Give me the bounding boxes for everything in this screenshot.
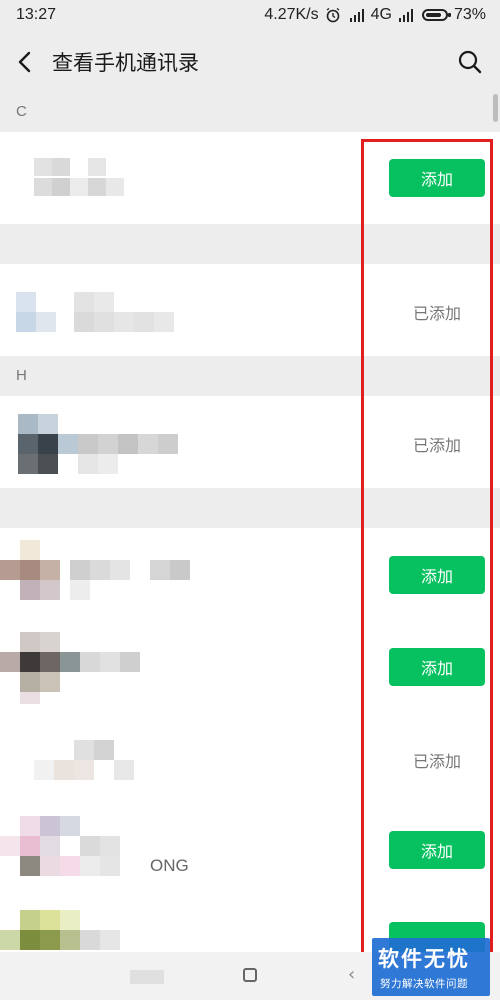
contact-name-fragment: ONG <box>150 856 189 875</box>
status-time: 13:27 <box>16 6 57 23</box>
contact-row[interactable]: 添加 <box>0 620 500 712</box>
blurred-contact-info <box>0 906 140 956</box>
watermark-logo: 软件无忧 努力解决软件问题 <box>372 938 490 996</box>
add-contact-button[interactable]: 添加 <box>389 648 485 686</box>
section-separator <box>0 224 500 264</box>
blurred-contact-info <box>0 536 210 612</box>
screen: 13:27 4.27K/s 4G 73% 查看手机通讯录 C 添加 已添加 H … <box>0 0 500 1000</box>
added-status: 已添加 <box>412 304 461 323</box>
blurred-contact-info <box>14 142 154 214</box>
signal-icon <box>398 9 413 22</box>
status-right: 4.27K/s 4G 73% <box>264 6 486 24</box>
contact-row[interactable]: 添加 <box>0 528 500 620</box>
battery-icon <box>421 9 451 21</box>
scrollbar[interactable] <box>493 94 498 122</box>
contact-row[interactable]: 已添加 <box>0 396 500 488</box>
page-title: 查看手机通讯录 <box>52 51 199 75</box>
network-type: 4G <box>370 6 392 23</box>
top-bar: 查看手机通讯录 <box>0 32 500 92</box>
contact-row[interactable]: ONG 添加 <box>0 804 500 896</box>
blurred-contact-info <box>0 628 200 704</box>
network-speed: 4.27K/s <box>264 6 319 23</box>
watermark-tagline: 努力解决软件问题 <box>380 978 468 990</box>
watermark-brand: 软件无忧 <box>378 947 470 971</box>
blurred-contact-info <box>0 812 150 888</box>
add-contact-button[interactable]: 添加 <box>389 159 485 197</box>
blurred-contact-info <box>30 722 160 794</box>
battery-percent: 73% <box>453 6 486 23</box>
added-status: 已添加 <box>412 752 461 771</box>
contact-row[interactable]: 已添加 <box>0 712 500 804</box>
search-icon <box>458 50 482 74</box>
search-button[interactable] <box>454 46 486 78</box>
signal-hd-icon <box>349 9 364 22</box>
blurred-contact-info <box>14 272 194 348</box>
section-header-c: C <box>0 92 500 132</box>
back-nav-icon[interactable]: ‹ <box>348 964 355 985</box>
blurred-contact-info <box>14 404 194 480</box>
home-button[interactable] <box>243 968 257 982</box>
add-contact-button[interactable]: 添加 <box>389 831 485 869</box>
status-bar: 13:27 4.27K/s 4G 73% <box>0 0 500 32</box>
section-separator <box>0 488 500 528</box>
contact-row[interactable]: 添加 <box>0 132 500 224</box>
chevron-left-icon <box>18 51 31 73</box>
add-contact-button[interactable]: 添加 <box>389 556 485 594</box>
section-header-h: H <box>0 356 500 396</box>
added-status: 已添加 <box>412 436 461 455</box>
contact-list[interactable]: C 添加 已添加 H 已添加 添加 添加 已添加 ONG 添加 <box>0 92 500 956</box>
contact-row[interactable]: 已添加 <box>0 264 500 356</box>
recent-apps-button[interactable] <box>130 970 164 984</box>
back-button[interactable] <box>2 32 48 92</box>
alarm-icon <box>326 7 340 23</box>
